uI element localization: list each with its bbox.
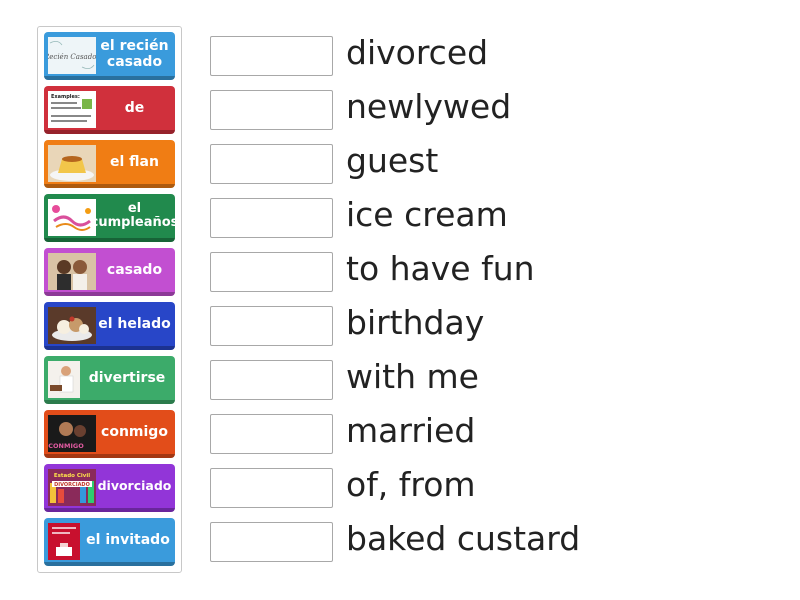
definition-text: guest (346, 141, 439, 180)
chef-cooking-icon (48, 361, 80, 398)
answer-box[interactable] (210, 306, 333, 346)
tile-panel: Recién Casados el recién casado Examples… (37, 26, 182, 573)
tile-label: conmigo (101, 424, 168, 440)
match-up-activity: Recién Casados el recién casado Examples… (0, 0, 800, 600)
tile-el-flan[interactable]: el flan (44, 140, 175, 188)
answer-box[interactable] (210, 414, 333, 454)
definition-text: ice cream (346, 195, 508, 234)
married-couple-icon (48, 253, 96, 290)
wedding-text: Recién Casados (48, 53, 96, 61)
invitation-card-icon (48, 523, 80, 560)
answer-box[interactable] (210, 360, 333, 400)
tile-label: el cumpleaños (90, 201, 175, 230)
definition-text: of, from (346, 465, 476, 504)
tile-label: divorciado (97, 478, 172, 493)
definition-text: newlywed (346, 87, 512, 126)
answer-box[interactable] (210, 36, 333, 76)
example-sheet-icon: Examples: (48, 91, 96, 128)
example-title: Examples: (51, 94, 80, 100)
answer-box[interactable] (210, 468, 333, 508)
answer-box[interactable] (210, 198, 333, 238)
tile-divertirse[interactable]: divertirse (44, 356, 175, 404)
tile-label: divertirse (88, 370, 166, 386)
tile-label: el invitado (86, 532, 170, 548)
definition-text: divorced (346, 33, 489, 72)
tile-label: casado (106, 262, 163, 278)
tile-label: el flan (110, 154, 159, 170)
tile-el-invitado[interactable]: el invitado (44, 518, 175, 566)
birthday-text-icon (48, 199, 96, 236)
estado-civil-divorciado-icon: Estado Civil DIVORCIADO (48, 469, 96, 506)
tile-el-cumpleanos[interactable]: el cumpleaños (44, 194, 175, 242)
answer-box[interactable] (210, 252, 333, 292)
tile-el-helado[interactable]: el helado (44, 302, 175, 350)
tile-conmigo[interactable]: CONMIGO conmigo (44, 410, 175, 458)
tile-label: el helado (98, 316, 171, 332)
tile-casado[interactable]: casado (44, 248, 175, 296)
tile-label: el recién casado (100, 38, 169, 70)
flan-dessert-icon (48, 145, 96, 182)
answer-box[interactable] (210, 90, 333, 130)
ice-cream-sundae-icon (48, 307, 96, 344)
answer-box[interactable] (210, 522, 333, 562)
definition-text: baked custard (346, 519, 581, 558)
tile-label: de (124, 100, 145, 116)
definition-text: to have fun (346, 249, 535, 288)
conmigo-text: CONMIGO (48, 442, 84, 450)
divorciado-badge-text: DIVORCIADO (54, 482, 90, 488)
tile-divorciado[interactable]: Estado Civil DIVORCIADO divorciado (44, 464, 175, 512)
definition-text: married (346, 411, 476, 450)
answer-box[interactable] (210, 144, 333, 184)
definition-text: with me (346, 357, 479, 396)
definition-text: birthday (346, 303, 485, 342)
estado-civil-text: Estado Civil (54, 473, 90, 479)
tile-de[interactable]: Examples: de (44, 86, 175, 134)
tile-el-recien-casado[interactable]: Recién Casados el recién casado (44, 32, 175, 80)
conmigo-photo-icon: CONMIGO (48, 415, 96, 452)
wedding-invitation-icon: Recién Casados (48, 37, 96, 74)
